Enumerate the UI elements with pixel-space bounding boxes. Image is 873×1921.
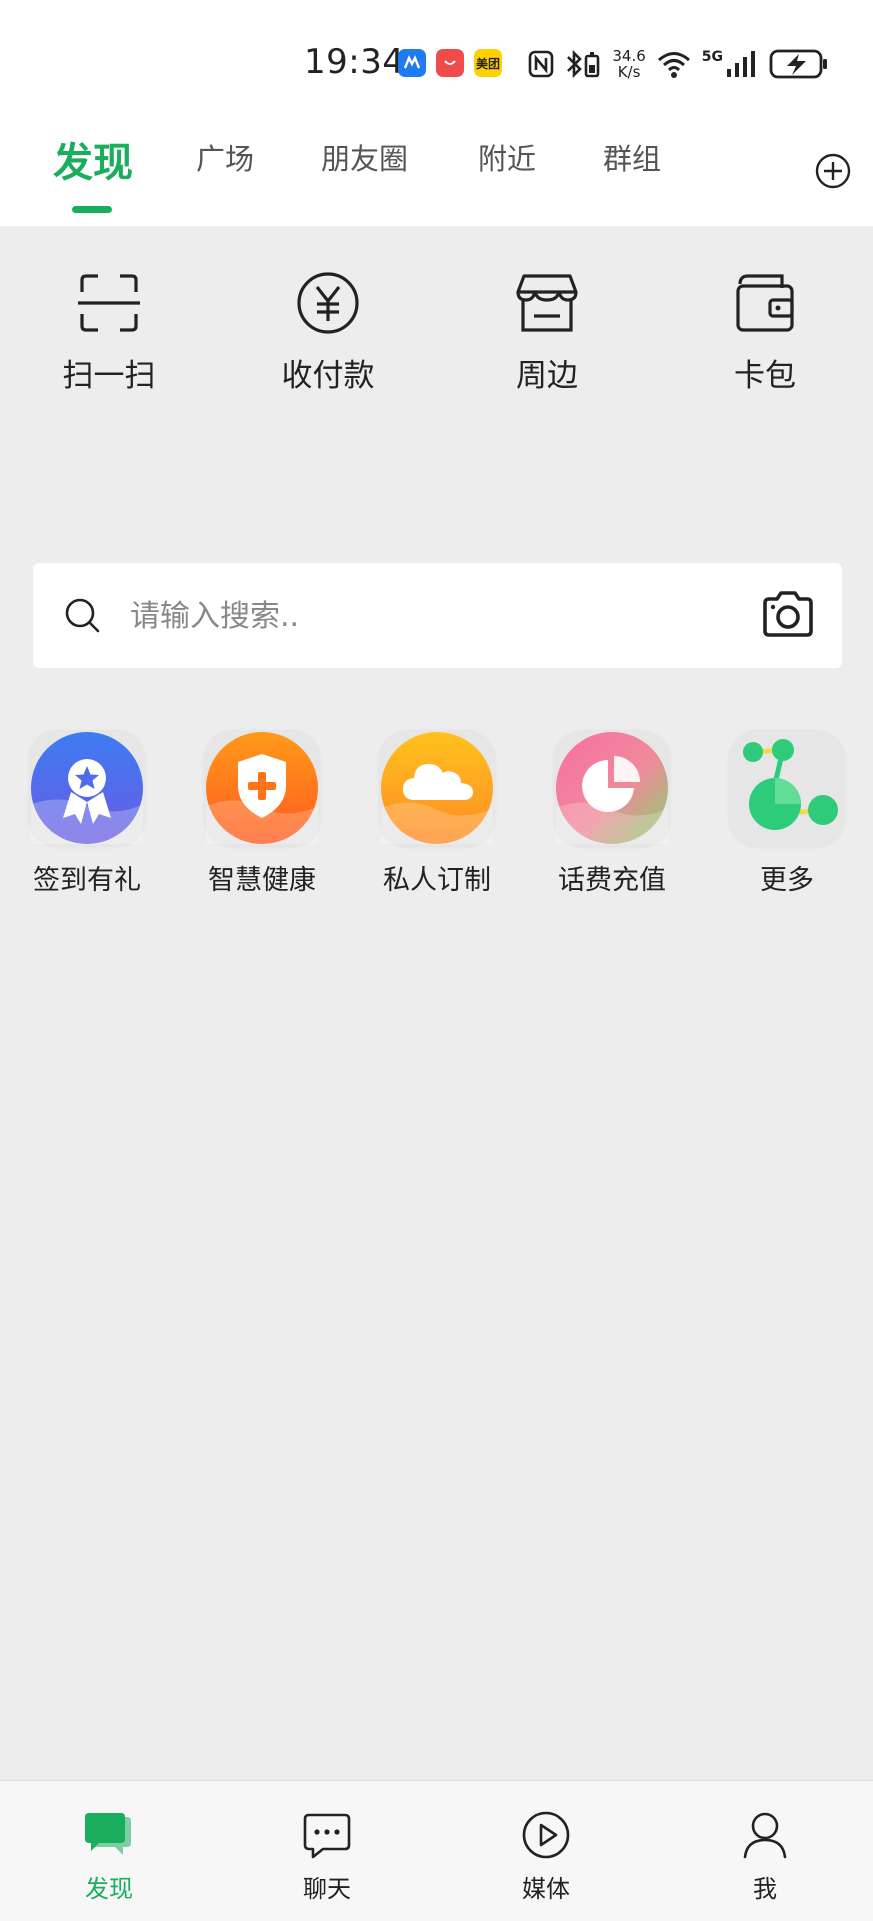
search-bar [33,563,842,668]
bottom-nav: 发现 聊天 媒体 我 [0,1780,873,1921]
add-icon[interactable] [814,152,852,190]
chat-bubble-icon [303,1813,351,1859]
network-speed-unit: K/s [617,63,641,81]
scan-label: 扫一扫 [62,358,156,394]
service-label: 私人订制 [383,865,491,896]
service-label: 智慧健康 [208,865,316,896]
meituan-app-label: 美团 [475,56,500,71]
service-label: 话费充值 [558,865,666,896]
service-custom[interactable]: 私人订制 [357,730,517,897]
meituan-app-icon: 美团 [474,49,502,77]
service-health[interactable]: 智慧健康 [182,730,342,897]
nav-label: 媒体 [522,1875,570,1903]
battery-charging-icon [769,49,827,79]
huawei-app-icon [436,49,464,77]
more-molecule-icon [743,739,838,830]
person-icon [743,1812,787,1859]
card-wallet-button[interactable]: 卡包 [695,270,835,395]
scan-icon [78,274,140,332]
nav-me[interactable]: 我 [705,1809,825,1904]
status-bar: 19:34 美团 34.6 K/s 5G [0,0,873,120]
payment-button[interactable]: 收付款 [258,270,398,395]
maps-app-icon [398,49,426,77]
nav-label: 发现 [85,1875,133,1903]
top-tab-bar: 发现 广场 朋友圈 附近 群组 [0,120,873,226]
health-shield-icon [206,732,318,844]
wifi-icon [657,52,690,78]
status-icons: 34.6 K/s 5G [528,44,829,84]
service-label: 签到有礼 [33,865,141,896]
network-speed: 34.6 K/s [612,48,645,80]
wallet-icon [736,274,794,332]
bluetooth-battery-icon [567,49,600,79]
discover-chat-icon [85,1813,131,1855]
search-icon [65,598,100,633]
play-icon [522,1811,570,1859]
service-tile [554,730,670,846]
service-topup[interactable]: 话费充值 [532,730,692,897]
tab-moments[interactable]: 朋友圈 [321,136,408,178]
nearby-stores-button[interactable]: 周边 [477,270,617,395]
camera-icon[interactable] [761,587,815,641]
service-tile [29,730,145,846]
network-type: 5G [701,49,723,65]
tab-nearby[interactable]: 附近 [478,136,536,178]
payment-label: 收付款 [281,358,375,394]
award-badge-icon [31,732,143,844]
scan-button[interactable]: 扫一扫 [39,270,179,395]
signal-icon [727,51,755,77]
nav-label: 我 [753,1875,777,1903]
nav-media[interactable]: 媒体 [486,1809,606,1904]
service-tile [729,730,845,846]
nfc-icon [529,50,554,78]
tab-square[interactable]: 广场 [196,136,254,178]
tab-discover[interactable]: 发现 [53,130,133,188]
pie-chart-icon [556,732,668,844]
tab-groups[interactable]: 群组 [603,136,661,178]
service-tile [379,730,495,846]
store-icon [516,274,578,332]
nav-label: 聊天 [303,1875,351,1903]
network-speed-value: 34.6 [612,47,646,65]
nearby-stores-label: 周边 [516,358,578,394]
service-label: 更多 [760,865,814,896]
cloud-icon [381,732,493,844]
service-checkin[interactable]: 签到有礼 [7,730,167,897]
service-more[interactable]: 更多 [707,730,867,897]
nav-discover[interactable]: 发现 [49,1809,169,1904]
service-tile [204,730,320,846]
active-tab-indicator [72,206,112,213]
nav-chat[interactable]: 聊天 [267,1809,387,1904]
yuan-payment-icon [297,272,359,334]
search-input[interactable] [128,581,732,651]
status-time: 19:34 [304,42,405,82]
card-wallet-label: 卡包 [734,358,796,394]
